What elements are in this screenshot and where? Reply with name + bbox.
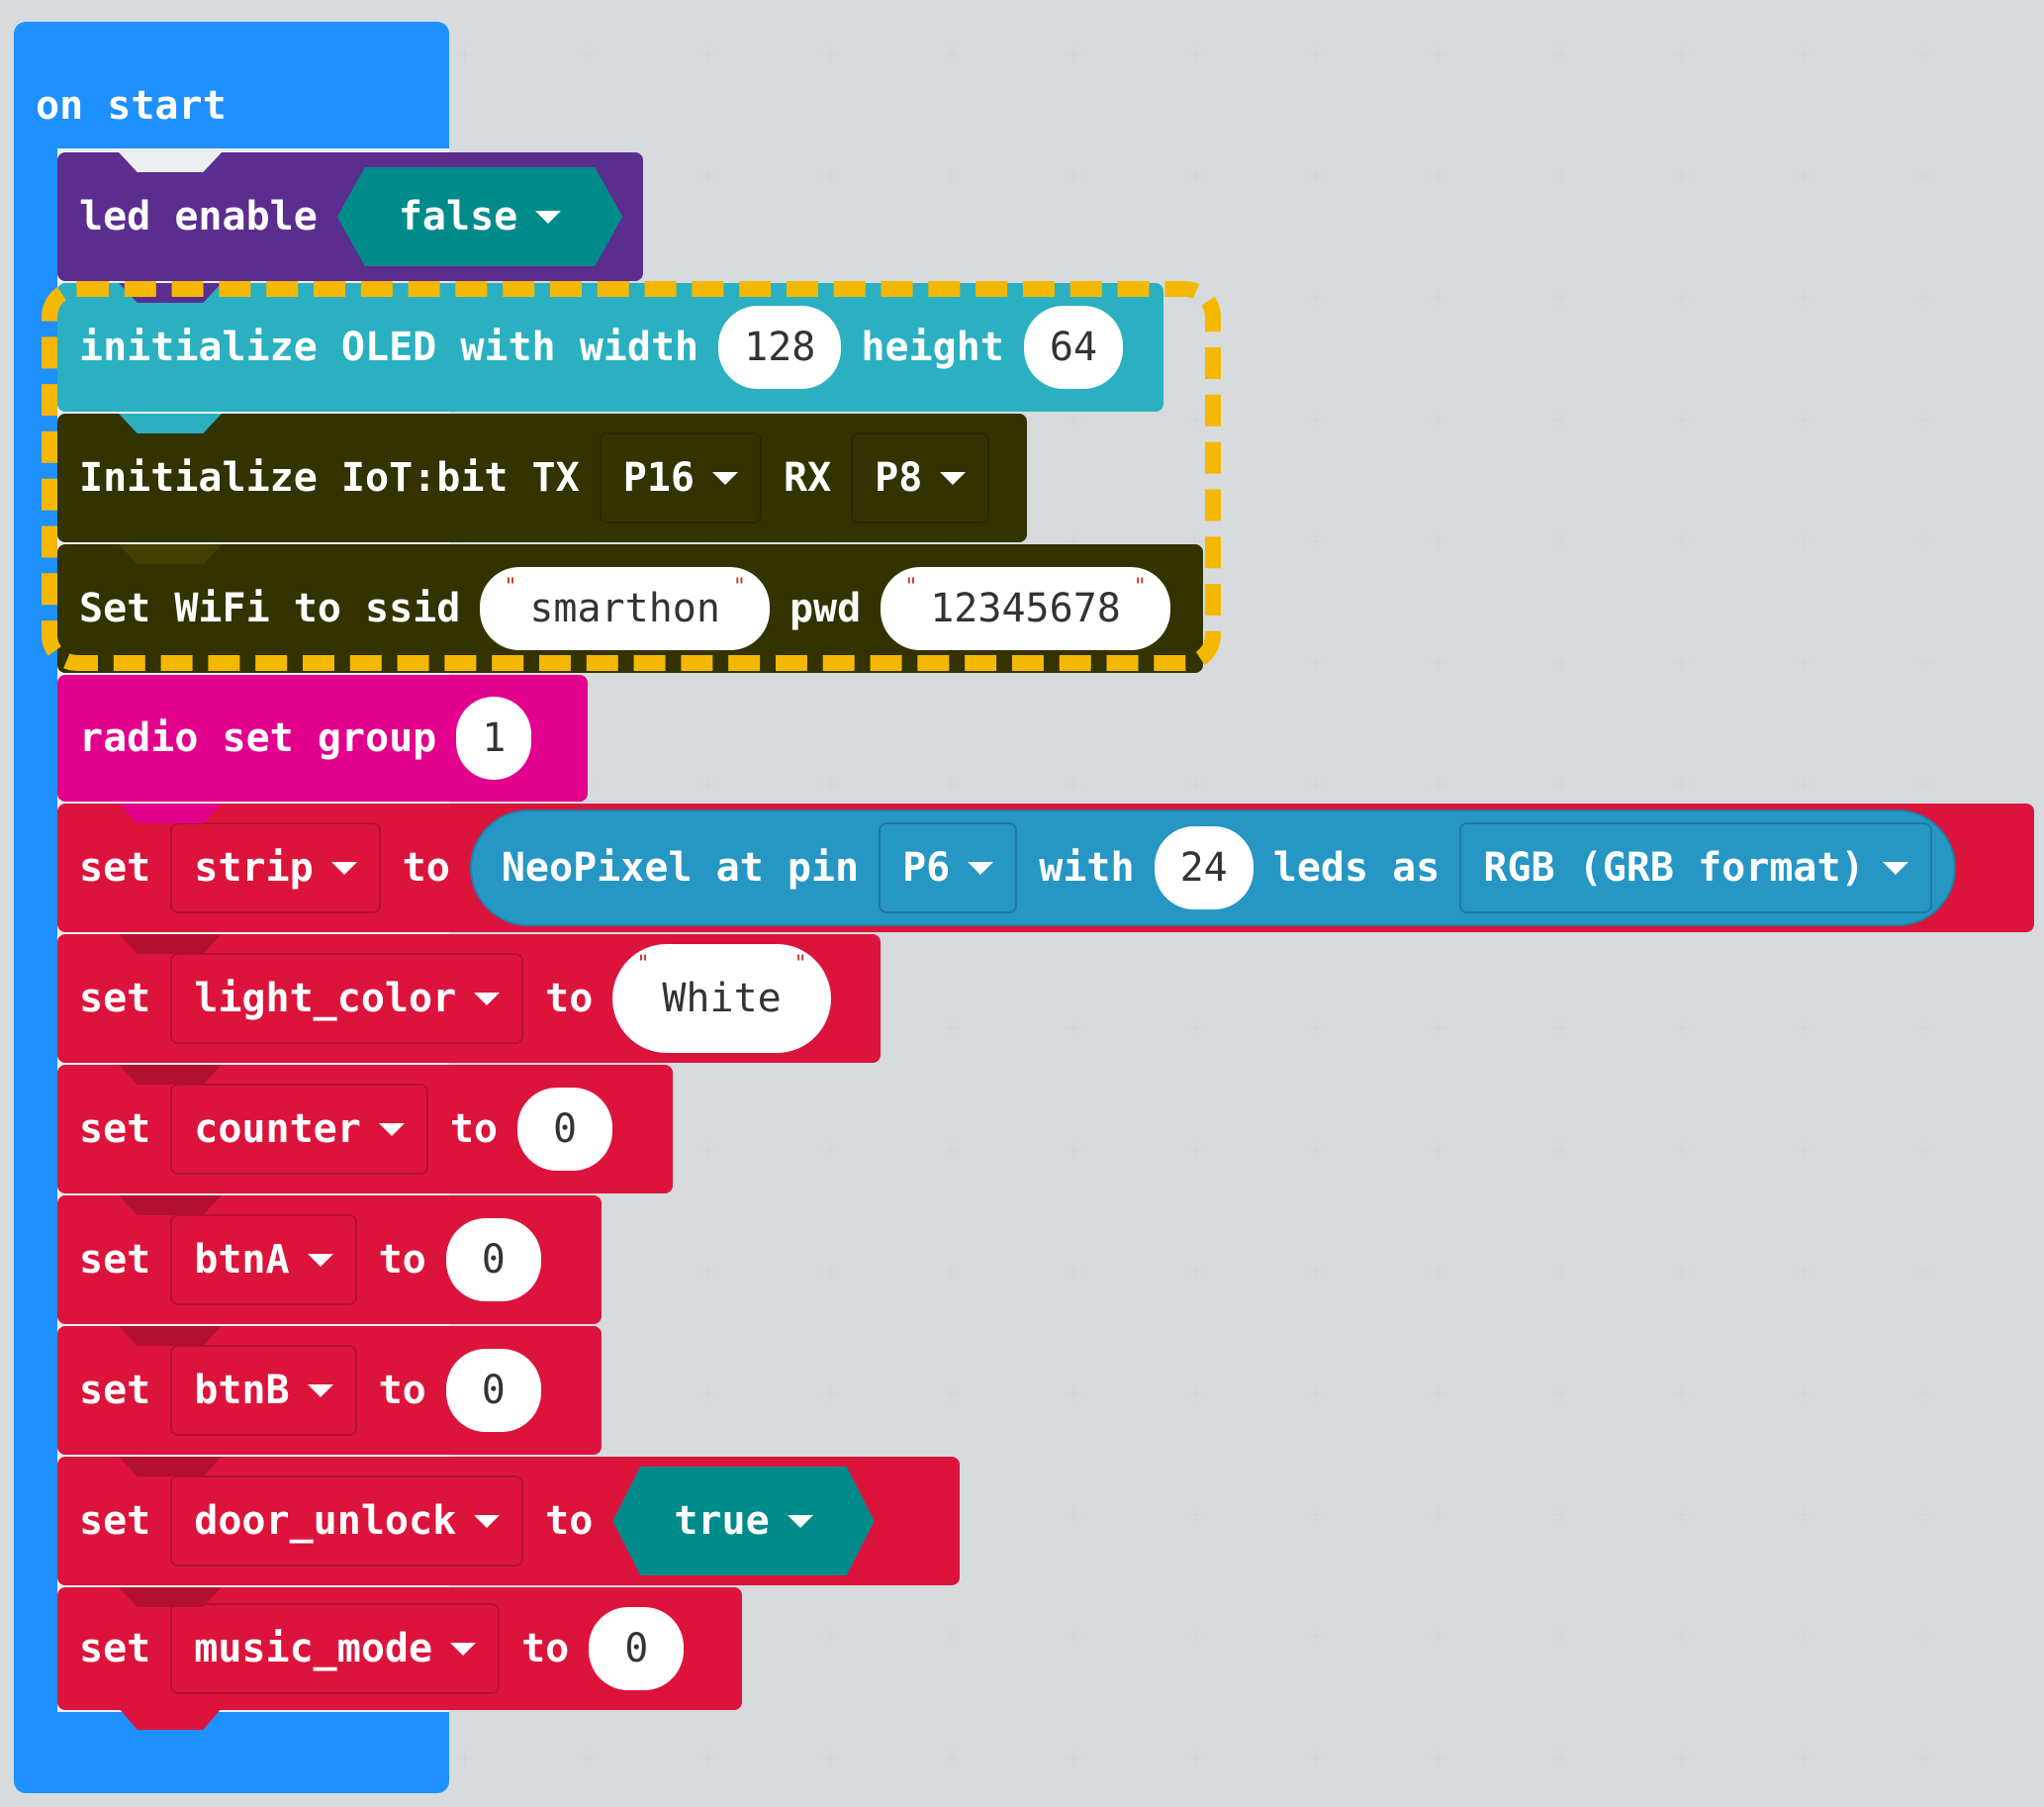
radio-set-group-block[interactable]: radio set group 1 [57,675,588,802]
to-keyword: to [378,1237,426,1283]
light-color-variable-dropdown[interactable]: light_color [170,953,524,1044]
music-mode-value-input[interactable]: 0 [589,1607,685,1690]
set-door-unlock-block[interactable]: set door_unlock to true [57,1457,960,1585]
chevron-down-icon [450,1642,477,1656]
iot-rx-label: RX [783,455,832,501]
iot-tx-dropdown[interactable]: P16 [599,432,762,523]
set-wifi-block[interactable]: Set WiFi to ssid " smarthon " pwd " 1234567… [57,544,1203,673]
neopixel-pin-dropdown[interactable]: P6 [879,822,1018,913]
to-keyword: to [545,1498,594,1544]
set-keyword: set [79,845,151,891]
wifi-pwd-value: 12345678 [930,586,1121,631]
door-unlock-value: true [674,1498,770,1544]
door-unlock-variable-dropdown[interactable]: door_unlock [170,1475,524,1567]
set-music-mode-block[interactable]: set music_mode to 0 [57,1587,742,1730]
iot-label: Initialize IoT:bit TX [79,455,580,501]
strip-variable-name: strip [194,845,314,891]
to-keyword: to [449,1106,498,1152]
neopixel-pin-label: NeoPixel at pin [501,845,860,891]
initialize-oled-block[interactable]: initialize OLED with width 128 height 64 [57,283,1163,412]
btnb-variable-dropdown[interactable]: btnB [170,1345,357,1436]
music-mode-variable-dropdown[interactable]: music_mode [170,1603,501,1694]
neopixel-with-label: with [1039,845,1135,891]
chevron-down-icon [474,992,501,1005]
oled-height-input[interactable]: 64 [1023,306,1124,389]
chevron-down-icon [788,1515,813,1528]
door-unlock-variable-name: door_unlock [194,1498,457,1544]
blocks-workspace[interactable]: on start led enable false initialize OLE… [0,0,2044,1807]
chevron-down-icon [940,471,967,485]
btna-variable-dropdown[interactable]: btnA [170,1214,357,1305]
to-keyword: to [378,1368,426,1413]
chevron-down-icon [307,1253,333,1267]
btna-variable-name: btnA [194,1237,290,1283]
btna-value-input[interactable]: 0 [445,1218,541,1301]
chevron-down-icon [535,211,561,224]
btnb-variable-name: btnB [194,1368,290,1413]
door-unlock-value-dropdown[interactable]: true [612,1467,874,1575]
chevron-down-icon [474,1514,501,1528]
wifi-ssid-input[interactable]: " smarthon " [480,567,770,650]
radio-label: radio set group [79,715,437,761]
set-counter-block[interactable]: set counter to 0 [57,1065,673,1193]
set-strip-block[interactable]: set strip to NeoPixel at pin P6 with 24 … [57,804,2034,932]
counter-value-input[interactable]: 0 [517,1088,613,1171]
iot-rx-dropdown[interactable]: P8 [851,432,990,523]
neopixel-create-block[interactable]: NeoPixel at pin P6 with 24 leds as RGB (… [469,809,1956,926]
led-enable-dropdown[interactable]: false [337,167,622,266]
btnb-value-input[interactable]: 0 [445,1349,541,1432]
counter-variable-name: counter [194,1106,361,1152]
to-keyword: to [521,1626,570,1671]
music-mode-variable-name: music_mode [194,1626,433,1671]
led-enable-value: false [398,194,518,239]
iot-tx-value: P16 [622,455,695,501]
set-keyword: set [79,1368,151,1413]
set-light-color-block[interactable]: set light_color to " White " [57,934,881,1063]
wifi-ssid-value: smarthon [529,586,720,631]
led-enable-block[interactable]: led enable false [57,152,643,281]
set-btna-block[interactable]: set btnA to 0 [57,1195,602,1324]
iot-rx-value: P8 [875,455,923,501]
light-color-value-input[interactable]: " White " [612,944,831,1053]
to-keyword: to [402,845,450,891]
chevron-down-icon [307,1383,333,1397]
oled-label: initialize OLED with width [79,325,699,370]
chevron-down-icon [378,1122,405,1136]
on-start-spine [14,148,57,1712]
wifi-pwd-input[interactable]: " 12345678 " [881,567,1170,650]
set-keyword: set [79,976,151,1021]
on-start-label: on start [36,83,227,129]
set-btnb-block[interactable]: set btnB to 0 [57,1326,602,1455]
set-keyword: set [79,1106,151,1152]
chevron-down-icon [968,861,994,875]
light-color-variable-name: light_color [194,976,457,1021]
chevron-down-icon [711,471,738,485]
radio-group-input[interactable]: 1 [456,697,532,780]
neopixel-mode-dropdown[interactable]: RGB (GRB format) [1459,822,1932,913]
initialize-iot-block[interactable]: Initialize IoT:bit TX P16 RX P8 [57,414,1027,542]
neopixel-mode-label: leds as [1272,845,1440,891]
set-keyword: set [79,1237,151,1283]
to-keyword: to [545,976,594,1021]
neopixel-mode-value: RGB (GRB format) [1483,845,1865,891]
chevron-down-icon [1882,861,1908,875]
counter-variable-dropdown[interactable]: counter [170,1084,428,1175]
set-keyword: set [79,1498,151,1544]
wifi-label: Set WiFi to ssid [79,586,461,631]
neopixel-pin-value: P6 [902,845,951,891]
neopixel-count-input[interactable]: 24 [1154,826,1254,909]
wifi-pwd-label: pwd [789,586,862,631]
set-keyword: set [79,1626,151,1671]
strip-variable-dropdown[interactable]: strip [170,822,381,913]
chevron-down-icon [330,861,357,875]
led-enable-label: led enable [79,194,318,239]
oled-height-label: height [861,325,1004,370]
light-color-value: White [662,976,782,1021]
oled-width-input[interactable]: 128 [718,306,842,389]
